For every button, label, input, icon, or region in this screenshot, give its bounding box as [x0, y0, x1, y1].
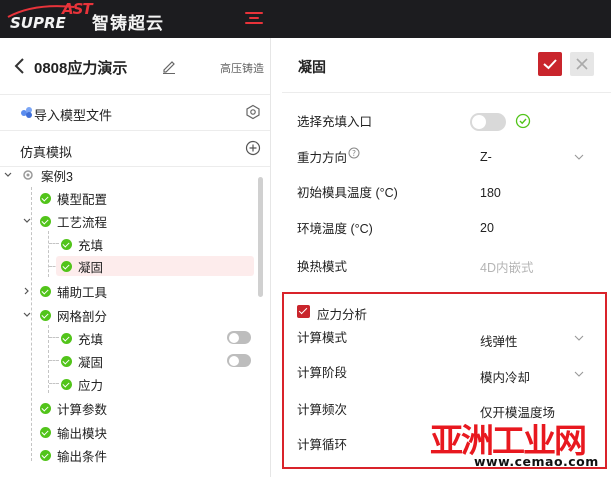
tree-item-output-module[interactable]: 输出模块: [40, 421, 107, 443]
gravity-label: 重力方向: [297, 151, 348, 165]
success-check-icon: [40, 449, 51, 461]
chevron-down-icon[interactable]: [574, 154, 584, 160]
tree-item-mesh-solidify[interactable]: 凝固: [61, 350, 103, 372]
env-temp-input[interactable]: 20: [480, 221, 494, 235]
panel-title: 凝固: [298, 59, 326, 75]
stress-analysis-checkbox[interactable]: [297, 305, 310, 318]
expand-down-icon[interactable]: [3, 170, 13, 180]
chevron-down-icon[interactable]: [574, 371, 584, 377]
stress-analysis-label: 应力分析: [317, 308, 368, 322]
mold-temp-input[interactable]: 180: [480, 186, 501, 200]
logo-prefix: SUPRE: [10, 14, 66, 32]
tree-item-calc-params[interactable]: 计算参数: [40, 397, 107, 419]
back-chevron-icon[interactable]: [13, 56, 27, 76]
success-check-icon: [40, 192, 51, 204]
logo-name: 智铸超云: [92, 14, 164, 34]
panel-header: 凝固: [282, 38, 611, 93]
svg-text:?: ?: [352, 149, 356, 158]
success-check-icon: [61, 238, 72, 250]
project-header: 0808应力演示 高压铸造: [0, 38, 270, 95]
simulation-row[interactable]: 仿真模拟: [0, 131, 270, 167]
success-check-icon: [61, 260, 72, 272]
project-type-tag: 高压铸造: [220, 63, 264, 75]
tree-item-mesh[interactable]: 网格剖分: [40, 304, 107, 326]
project-sidebar: 0808应力演示 高压铸造 导入模型文件 仿真模拟 案例3 模型配置 工艺流程 …: [0, 38, 271, 477]
help-icon[interactable]: ?: [348, 147, 360, 159]
project-title: 0808应力演示: [34, 60, 128, 77]
confirm-button[interactable]: [538, 52, 562, 76]
expand-down-icon[interactable]: [22, 216, 32, 226]
calc-mode-label: 计算模式: [297, 331, 348, 345]
expand-right-icon[interactable]: [22, 286, 32, 296]
calc-stage-label: 计算阶段: [297, 366, 348, 380]
heat-mode-label: 换热模式: [297, 260, 348, 274]
site-watermark: 亚洲工业网 www.cemao.com: [430, 414, 608, 476]
mold-temp-label: 初始模具温度 (°C): [297, 186, 398, 200]
edit-icon[interactable]: [161, 58, 177, 74]
app-logo[interactable]: AST SUPRE 智铸超云: [4, 0, 174, 38]
env-temp-label: 环境温度 (°C): [297, 222, 373, 236]
fill-inlet-label: 选择充填入口: [297, 115, 373, 129]
simulation-label: 仿真模拟: [20, 145, 73, 160]
tree-item-root[interactable]: 案例3: [21, 167, 73, 186]
sidebar-scrollbar[interactable]: [258, 177, 263, 297]
top-bar: AST SUPRE 智铸超云: [0, 0, 611, 38]
model-import-icon: [21, 107, 32, 118]
mesh-fill-toggle[interactable]: [227, 331, 251, 344]
fill-inlet-switch[interactable]: [470, 113, 506, 131]
success-check-icon: [40, 285, 51, 297]
settings-hex-icon[interactable]: [245, 104, 261, 120]
solidify-settings-panel: 凝固 选择充填入口 重力方向 ? Z- 初始模具温度 (°C) 180 环境温度…: [282, 38, 611, 477]
menu-toggle-icon[interactable]: [245, 12, 263, 26]
tree-item-fill[interactable]: 充填: [61, 233, 103, 255]
heat-mode-select[interactable]: 4D内嵌式: [480, 257, 533, 276]
success-check-icon: [61, 355, 72, 367]
tree-item-mesh-stress[interactable]: 应力: [61, 373, 103, 395]
expand-down-icon[interactable]: [22, 310, 32, 320]
calc-freq-label: 计算频次: [297, 403, 348, 417]
gravity-select[interactable]: Z-: [480, 150, 492, 164]
tree-item-process[interactable]: 工艺流程: [40, 210, 107, 232]
success-check-icon: [40, 402, 51, 414]
check-circle-icon: [515, 113, 531, 129]
tree-item-solidify[interactable]: 凝固: [61, 255, 103, 277]
tree-item-mesh-fill[interactable]: 充填: [61, 327, 103, 349]
import-model-label: 导入模型文件: [34, 108, 113, 123]
add-circle-icon[interactable]: [245, 140, 261, 156]
success-check-icon: [40, 426, 51, 438]
tree-item-aux-tools[interactable]: 辅助工具: [40, 280, 107, 302]
success-check-icon: [61, 332, 72, 344]
cancel-button[interactable]: [570, 52, 594, 76]
success-check-icon: [40, 309, 51, 321]
chevron-down-icon[interactable]: [574, 335, 584, 341]
mesh-solidify-toggle[interactable]: [227, 354, 251, 367]
success-check-icon: [61, 378, 72, 390]
import-model-row[interactable]: 导入模型文件: [0, 95, 270, 131]
close-icon: [576, 58, 588, 70]
check-icon: [543, 59, 557, 70]
simulation-tree: 案例3 模型配置 工艺流程 充填 凝固 辅助工具 网格剖分 充填 凝固 应力 计…: [0, 167, 270, 477]
watermark-url: www.cemao.com: [474, 454, 599, 469]
case-gear-icon: [23, 170, 33, 180]
logo-mark: AST: [62, 0, 93, 18]
calc-cycle-label: 计算循环: [297, 438, 348, 452]
success-check-icon: [40, 215, 51, 227]
calc-stage-select[interactable]: 模内冷却: [480, 367, 530, 386]
calc-mode-select[interactable]: 线弹性: [480, 331, 518, 350]
tree-item-output-conditions[interactable]: 输出条件: [40, 444, 107, 466]
tree-item-model-config[interactable]: 模型配置: [40, 187, 107, 209]
